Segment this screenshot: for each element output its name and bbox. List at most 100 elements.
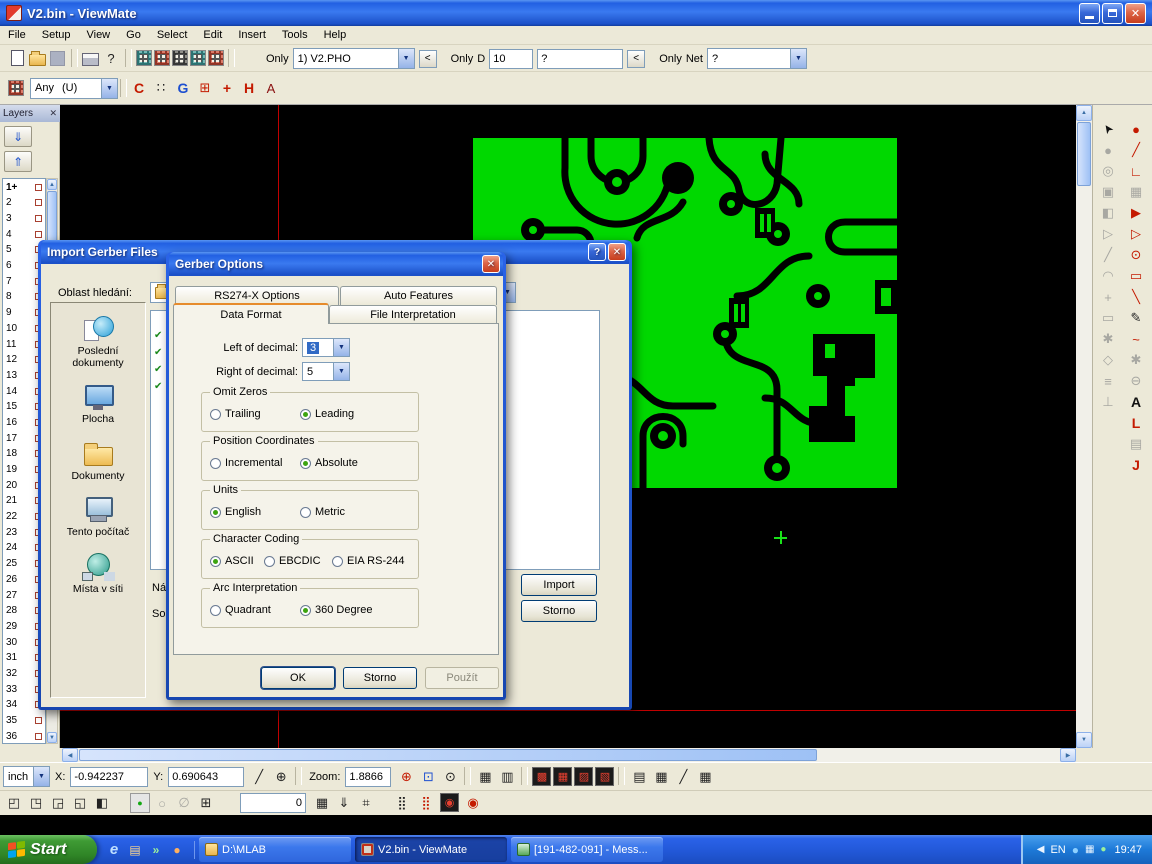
scroll-thumb[interactable]	[79, 749, 817, 761]
scroll-left-icon[interactable]: ◀	[62, 748, 78, 762]
separator[interactable]	[228, 49, 235, 67]
plus-grid-icon[interactable]: ⊞	[195, 78, 215, 98]
scroll-up-icon[interactable]: ▲	[47, 179, 57, 190]
view-mode-2-icon[interactable]: ▦	[553, 767, 572, 786]
dcode-grid-icon[interactable]: ∷	[151, 78, 171, 98]
separator[interactable]	[71, 49, 78, 67]
dcode-query-input[interactable]: ?	[537, 49, 623, 69]
filter-grid-4-icon[interactable]	[190, 50, 206, 66]
layer-row[interactable]: 35	[3, 713, 45, 729]
layer-color-swatch[interactable]	[35, 717, 42, 724]
c-tool-icon[interactable]: C	[129, 78, 149, 98]
prev-layer-button[interactable]: <	[419, 50, 437, 68]
flip-v-icon[interactable]: ▷	[1096, 224, 1120, 244]
help-button[interactable]: ?	[588, 243, 606, 261]
draw-dot-icon[interactable]: ●	[1124, 119, 1148, 139]
radio-english[interactable]	[210, 507, 221, 518]
slope-icon[interactable]: ╱	[673, 767, 693, 787]
place-desktop[interactable]: Plocha	[52, 383, 144, 426]
origin-target-icon[interactable]: ⊕	[271, 767, 291, 787]
layer-row-active[interactable]: 1+	[3, 179, 45, 195]
radio-metric[interactable]	[300, 507, 311, 518]
radio-360-degree[interactable]	[300, 605, 311, 616]
wave-tool-icon[interactable]: ~	[1124, 329, 1148, 349]
tray-chevron-icon[interactable]: ◀	[1037, 844, 1045, 855]
save-icon[interactable]	[50, 51, 65, 66]
radio-eia-rs244[interactable]	[332, 556, 343, 567]
hash-icon[interactable]: ⌗	[356, 793, 376, 813]
tray-app-icon[interactable]: ●	[1072, 843, 1079, 857]
close-button[interactable]: ✕	[482, 255, 500, 273]
zoom-in-icon[interactable]: ⊕	[396, 767, 416, 787]
ok-button[interactable]: OK	[261, 667, 335, 689]
menu-item[interactable]: Select	[149, 27, 196, 43]
table-icon[interactable]: ⊞	[196, 793, 216, 813]
y-coordinate-input[interactable]: 0.690643	[168, 767, 244, 787]
line-tool-icon[interactable]: ╱	[1096, 245, 1120, 265]
triangle-tool-icon[interactable]: ▷	[1124, 224, 1148, 244]
cancel-button[interactable]: Storno	[521, 600, 597, 622]
aperture-grid-icon[interactable]	[6, 78, 26, 98]
pad-square-icon[interactable]: ▣	[1096, 182, 1120, 202]
pad-dark-icon[interactable]: ◉	[440, 793, 459, 812]
layer-filter-combo[interactable]: 1) V2.PHO▼	[293, 48, 415, 69]
separator[interactable]	[464, 767, 471, 785]
horizontal-scrollbar[interactable]	[78, 748, 1060, 762]
cancel-button[interactable]: Storno	[343, 667, 417, 689]
move-tool-icon[interactable]: ▶	[1124, 203, 1148, 223]
start-button[interactable]: Start	[0, 835, 97, 864]
layer-color-swatch[interactable]	[35, 199, 42, 206]
separator[interactable]	[521, 767, 528, 785]
x-coordinate-input[interactable]: -0.942237	[70, 767, 148, 787]
right-of-decimal-combo[interactable]: 5 ▼	[302, 362, 350, 381]
scroll-down-icon[interactable]: ▼	[47, 732, 57, 743]
restore-button[interactable]	[1102, 3, 1123, 24]
flip-h-icon[interactable]: ◧	[1096, 203, 1120, 223]
filter-grid-3-icon[interactable]	[172, 50, 188, 66]
dialog-title-bar[interactable]: Gerber Options ✕	[169, 252, 503, 276]
zoom-input[interactable]: 1.8866	[345, 767, 391, 787]
menu-item[interactable]: Tools	[274, 27, 316, 43]
grid-d-icon[interactable]: ▦	[312, 793, 332, 813]
vertical-scrollbar[interactable]: ▲ ▼	[1076, 105, 1092, 748]
open-icon[interactable]	[29, 54, 46, 66]
task-mlab[interactable]: D:\MLAB	[199, 837, 351, 862]
explorer-icon[interactable]: ▤	[126, 841, 144, 859]
tab-file-interpretation[interactable]: File Interpretation	[329, 305, 497, 324]
layer-row[interactable]: 3	[3, 211, 45, 227]
text-tool-icon[interactable]: A	[1124, 392, 1148, 412]
slash-tool-icon[interactable]: ╲	[1124, 287, 1148, 307]
close-button[interactable]: ✕	[608, 243, 626, 261]
task-viewmate[interactable]: V2.bin - ViewMate	[355, 837, 507, 862]
gear-icon[interactable]: ✱	[1124, 350, 1148, 370]
menu-item[interactable]: Insert	[230, 27, 274, 43]
tab-data-format[interactable]: Data Format	[173, 303, 329, 324]
radio-absolute[interactable]	[300, 458, 311, 469]
layers-panel-header[interactable]: Layers ✕	[0, 105, 60, 122]
unit-combo[interactable]: inch▼	[3, 766, 50, 787]
scroll-up-icon[interactable]: ▲	[1076, 105, 1092, 121]
view-mode-3-icon[interactable]: ▨	[574, 767, 593, 786]
chevron-down-icon[interactable]: ▼	[333, 363, 349, 380]
left-of-decimal-combo[interactable]: 3 ▼	[302, 338, 350, 357]
g-tool-icon[interactable]: G	[173, 78, 193, 98]
layer-color-swatch[interactable]	[35, 184, 42, 191]
measure-diagonal-icon[interactable]: ╱	[249, 767, 269, 787]
aperture-filter-combo[interactable]: Any (U) ▼	[30, 78, 118, 99]
place-computer[interactable]: Tento počítač	[52, 496, 144, 539]
import-button[interactable]: Import	[521, 574, 597, 596]
context-help-icon[interactable]: ?	[101, 48, 121, 68]
pad-ring-icon[interactable]: ◎	[1096, 161, 1120, 181]
l-tool-icon[interactable]: L	[1124, 413, 1148, 433]
radio-quadrant[interactable]	[210, 605, 221, 616]
place-recent[interactable]: Poslední dokumenty	[52, 315, 144, 369]
menu-item[interactable]: View	[78, 27, 118, 43]
apply-button[interactable]: Použít	[425, 667, 499, 689]
grid-b-icon[interactable]: ▦	[651, 767, 671, 787]
h-tool-icon[interactable]: H	[239, 78, 259, 98]
save-view-icon[interactable]: ▤	[1124, 434, 1148, 454]
menu-item[interactable]: Setup	[34, 27, 79, 43]
tray-status-icon[interactable]: ●	[1100, 844, 1106, 855]
circle-center-icon[interactable]: ⊙	[1124, 245, 1148, 265]
zoom-out-icon[interactable]: ⊙	[440, 767, 460, 787]
